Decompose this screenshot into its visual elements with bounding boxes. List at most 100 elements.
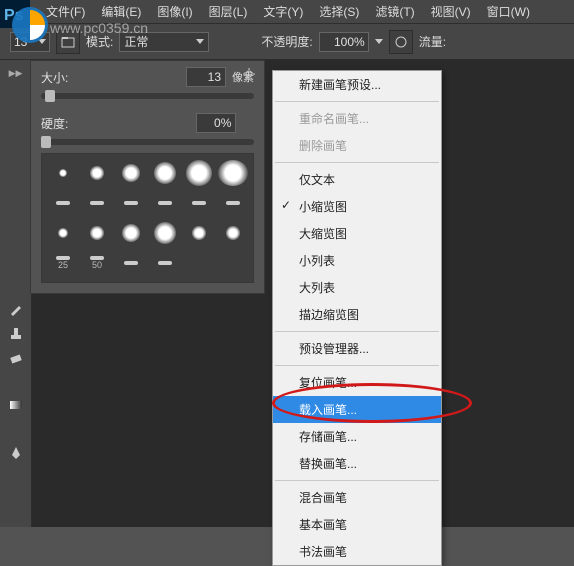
menu-item-label: 小缩览图 xyxy=(299,200,347,214)
brush-swatch[interactable] xyxy=(150,160,180,186)
pressure-opacity-button[interactable] xyxy=(389,30,413,54)
tool-slot[interactable] xyxy=(2,226,30,248)
menu-item-label: 删除画笔 xyxy=(299,139,347,153)
menu-item[interactable]: 小列表 xyxy=(273,247,441,274)
brush-swatch[interactable] xyxy=(184,190,214,216)
chevron-down-icon[interactable] xyxy=(375,39,383,44)
menu-separator xyxy=(275,101,439,102)
menu-edit[interactable]: 编辑(E) xyxy=(93,3,149,20)
watermark-text: www.pc0359.cn xyxy=(50,20,148,36)
brush-swatch[interactable] xyxy=(116,190,146,216)
brush-swatch[interactable] xyxy=(82,160,112,186)
swatch-size-label: 50 xyxy=(92,260,102,270)
menu-item[interactable]: 基本画笔 xyxy=(273,511,441,538)
brush-swatch[interactable]: 50 xyxy=(82,250,112,276)
menu-separator xyxy=(275,480,439,481)
brush-swatch[interactable] xyxy=(48,220,78,246)
tool-slot[interactable] xyxy=(2,466,30,488)
brush-swatch[interactable] xyxy=(150,190,180,216)
menu-type[interactable]: 文字(Y) xyxy=(255,3,311,20)
chevron-down-icon xyxy=(196,39,204,44)
check-icon: ✓ xyxy=(281,198,291,212)
menu-item[interactable]: 预设管理器... xyxy=(273,335,441,362)
pressure-icon xyxy=(394,35,408,49)
toolbox-collapse[interactable]: ▶▶ xyxy=(0,66,31,80)
menu-layer[interactable]: 图层(L) xyxy=(201,3,256,20)
menu-item: 删除画笔 xyxy=(273,132,441,159)
tool-stamp[interactable] xyxy=(2,322,30,344)
menu-item-label: 预设管理器... xyxy=(299,342,369,356)
tool-slot[interactable] xyxy=(2,274,30,296)
stamp-icon xyxy=(8,325,24,341)
hardness-slider[interactable] xyxy=(41,139,254,145)
brush-swatch[interactable] xyxy=(116,220,146,246)
menu-item[interactable]: 存储画笔... xyxy=(273,423,441,450)
tool-slot[interactable] xyxy=(2,370,30,392)
brush-swatch[interactable] xyxy=(218,160,248,186)
brush-swatch[interactable] xyxy=(116,250,146,276)
brush-icon xyxy=(8,301,24,317)
gear-icon xyxy=(242,67,256,81)
hardness-label: 硬度: xyxy=(41,115,68,132)
menu-item-label: 复位画笔... xyxy=(299,376,357,390)
menu-item[interactable]: 复位画笔... xyxy=(273,369,441,396)
brush-swatch[interactable]: 25 xyxy=(48,250,78,276)
menu-view[interactable]: 视图(V) xyxy=(423,3,479,20)
menu-item-label: 替换画笔... xyxy=(299,457,357,471)
opacity-input[interactable]: 100% xyxy=(319,32,369,52)
hardness-input[interactable]: 0% xyxy=(196,113,236,133)
tool-brush[interactable] xyxy=(2,298,30,320)
menu-item-label: 重命名画笔... xyxy=(299,112,369,126)
brush-swatch[interactable] xyxy=(150,220,180,246)
tool-slot[interactable] xyxy=(2,250,30,272)
menu-filter[interactable]: 滤镜(T) xyxy=(367,3,422,20)
menu-item[interactable]: 大缩览图 xyxy=(273,220,441,247)
brush-swatch[interactable] xyxy=(150,250,180,276)
tool-slot[interactable] xyxy=(2,106,30,128)
menu-item[interactable]: 大列表 xyxy=(273,274,441,301)
size-slider[interactable] xyxy=(41,93,254,99)
eraser-icon xyxy=(8,349,24,365)
tool-slot[interactable] xyxy=(2,490,30,512)
menu-window[interactable]: 窗口(W) xyxy=(479,3,538,20)
tool-eraser[interactable] xyxy=(2,346,30,368)
size-input[interactable]: 13 xyxy=(186,67,226,87)
menu-item-label: 描边缩览图 xyxy=(299,308,359,322)
tool-slot[interactable] xyxy=(2,82,30,104)
brush-swatch[interactable] xyxy=(184,220,214,246)
tool-slot[interactable] xyxy=(2,202,30,224)
brush-swatch[interactable] xyxy=(82,220,112,246)
menu-item[interactable]: 描边缩览图 xyxy=(273,301,441,328)
brush-swatch[interactable] xyxy=(48,190,78,216)
menu-separator xyxy=(275,162,439,163)
panel-menu-button[interactable] xyxy=(242,67,256,84)
menu-item[interactable]: 新建画笔预设... xyxy=(273,71,441,98)
menu-select[interactable]: 选择(S) xyxy=(311,3,367,20)
menu-item-label: 小列表 xyxy=(299,254,335,268)
brush-swatch[interactable] xyxy=(218,190,248,216)
tool-slot[interactable] xyxy=(2,130,30,152)
gradient-icon xyxy=(8,397,24,413)
brush-swatch[interactable] xyxy=(82,190,112,216)
menu-item[interactable]: 替换画笔... xyxy=(273,450,441,477)
brush-swatch[interactable] xyxy=(48,160,78,186)
tool-gradient[interactable] xyxy=(2,394,30,416)
tool-slot[interactable] xyxy=(2,418,30,440)
brush-swatch[interactable] xyxy=(184,160,214,186)
menu-item-label: 载入画笔... xyxy=(299,403,357,417)
menu-item[interactable]: 仅文本 xyxy=(273,166,441,193)
tool-slot[interactable] xyxy=(2,178,30,200)
tool-slot[interactable] xyxy=(2,154,30,176)
menu-image[interactable]: 图像(I) xyxy=(149,3,200,20)
menu-item-label: 新建画笔预设... xyxy=(299,78,381,92)
menu-item[interactable]: ✓ 小缩览图 xyxy=(273,193,441,220)
menu-separator xyxy=(275,331,439,332)
menu-item[interactable]: 载入画笔... xyxy=(273,396,441,423)
tool-pen[interactable] xyxy=(2,442,30,464)
menu-item[interactable]: 书法画笔 xyxy=(273,538,441,565)
brush-swatch[interactable] xyxy=(218,220,248,246)
app-logo: Ps xyxy=(0,0,60,50)
brush-swatch[interactable] xyxy=(116,160,146,186)
menu-item[interactable]: 混合画笔 xyxy=(273,484,441,511)
menu-item-label: 大缩览图 xyxy=(299,227,347,241)
